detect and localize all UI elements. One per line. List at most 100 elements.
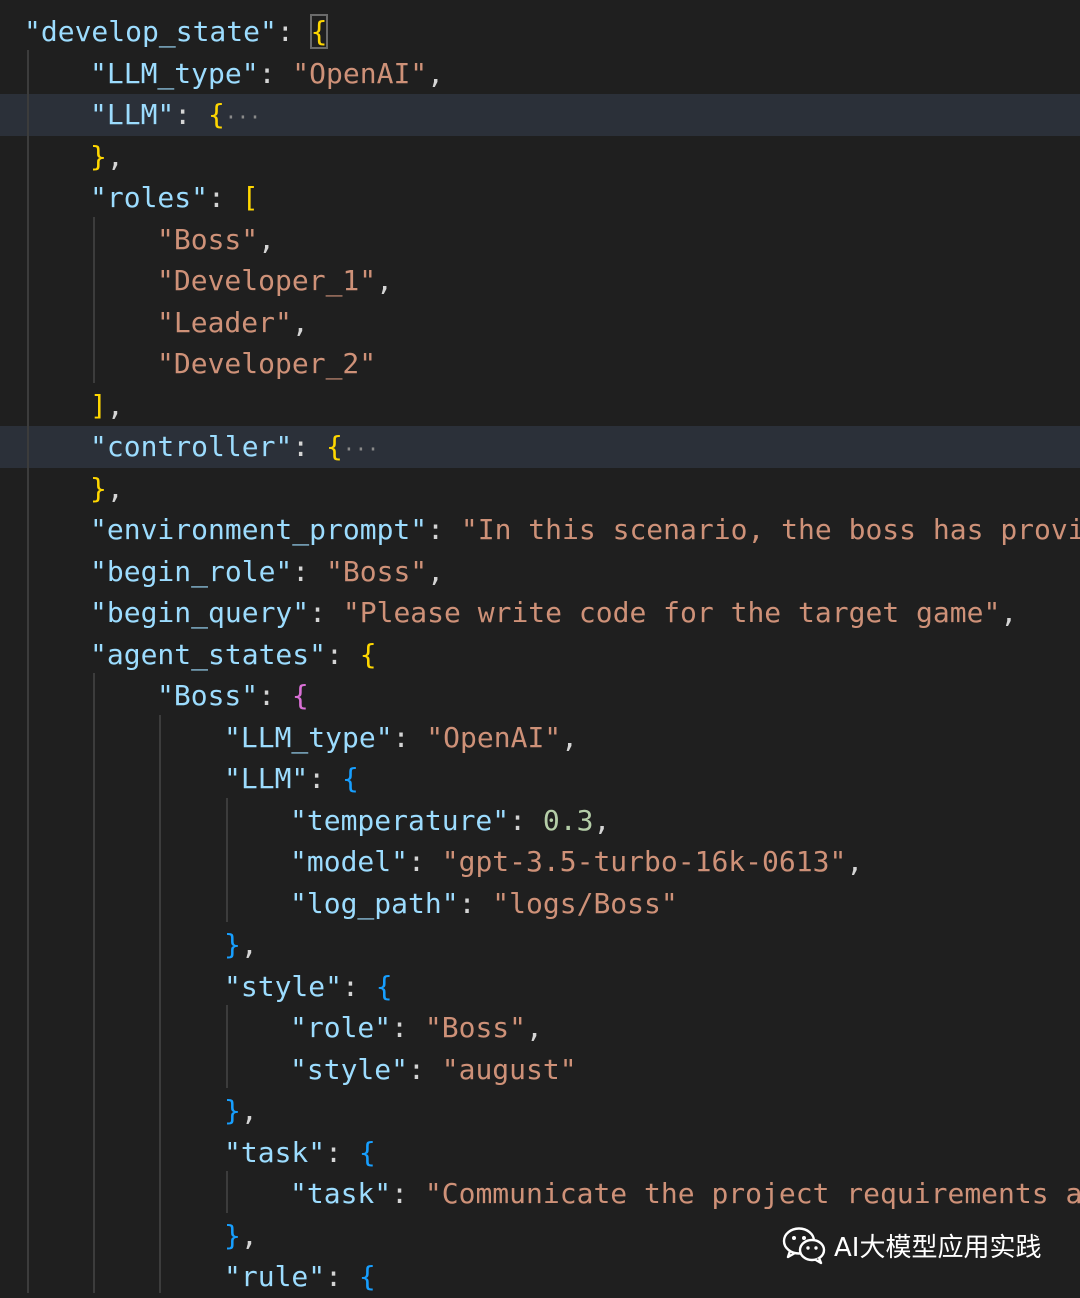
- punctuation: :: [258, 56, 293, 90]
- json-string: "Boss": [157, 222, 259, 256]
- code-line-folded[interactable]: "controller": {···: [0, 426, 1080, 468]
- indent-guide: [93, 217, 95, 383]
- json-string: "gpt-3.5-turbo-16k-0613": [441, 845, 847, 878]
- code-line[interactable]: "develop_state": {: [0, 11, 1080, 53]
- code-line-folded[interactable]: "LLM": {···: [0, 94, 1080, 136]
- bracket: }: [224, 1218, 241, 1252]
- watermark-text: AI大模型应用实践: [834, 1232, 1042, 1263]
- bracket: }: [90, 471, 107, 505]
- code-line[interactable]: "begin_query": "Please write code for th…: [0, 592, 1080, 634]
- punctuation: ,: [240, 1094, 258, 1127]
- punctuation: ,: [240, 1218, 258, 1252]
- punctuation: :: [308, 762, 343, 795]
- code-line[interactable]: },: [0, 1090, 1080, 1132]
- json-key: "temperature": [290, 803, 510, 837]
- code-line[interactable]: "log_path": "logs/Boss": [0, 883, 1080, 925]
- indent-guide: [226, 798, 228, 922]
- bracket: {: [208, 98, 225, 131]
- code-line[interactable]: "LLM": {: [0, 758, 1080, 800]
- punctuation: ,: [376, 264, 394, 297]
- punctuation: ,: [526, 1011, 543, 1044]
- json-key: "log_path": [290, 886, 459, 920]
- bracket: {: [326, 430, 343, 463]
- json-key: "controller": [90, 430, 293, 463]
- code-line[interactable]: "style": {: [0, 966, 1080, 1008]
- code-line[interactable]: "task": {: [0, 1132, 1080, 1174]
- punctuation: :: [342, 969, 376, 1003]
- json-string: "OpenAI": [426, 720, 562, 754]
- code-line[interactable]: "environment_prompt": "In this scenario,…: [0, 509, 1080, 551]
- json-string: "logs/Boss": [492, 886, 678, 920]
- code-line[interactable]: "temperature": 0.3,: [0, 800, 1080, 842]
- code-line[interactable]: },: [0, 924, 1080, 966]
- json-key: "task": [290, 1177, 392, 1210]
- code-line[interactable]: "Leader",: [0, 302, 1080, 344]
- code-line[interactable]: "LLM_type": "OpenAI",: [0, 717, 1080, 759]
- json-key: "model": [290, 845, 409, 878]
- punctuation: ,: [106, 471, 124, 505]
- json-key: "rule": [224, 1260, 326, 1293]
- punctuation: ,: [561, 720, 579, 754]
- bracket: {: [358, 1135, 376, 1169]
- code-editor[interactable]: "rule": {}, "task": "Communicate the proj…: [0, 0, 1080, 1293]
- punctuation: ,: [846, 845, 864, 878]
- indent-guide: [159, 715, 161, 1293]
- json-key: "begin_role": [90, 554, 293, 588]
- punctuation: :: [427, 513, 461, 546]
- code-line[interactable]: "Developer_1",: [0, 260, 1080, 302]
- punctuation: ,: [1000, 596, 1018, 629]
- code-line[interactable]: "roles": [: [0, 177, 1080, 219]
- punctuation: :: [408, 1052, 442, 1086]
- code-line[interactable]: },: [0, 136, 1080, 178]
- code-line[interactable]: ],: [0, 385, 1080, 427]
- bracket: {: [291, 679, 309, 712]
- json-number: 0.3: [542, 803, 594, 837]
- code-line[interactable]: "Boss",: [0, 219, 1080, 261]
- punctuation: ,: [427, 554, 445, 588]
- code-line[interactable]: "style": "august": [0, 1049, 1080, 1091]
- code-line[interactable]: "LLM_type": "OpenAI",: [0, 53, 1080, 95]
- indent-guide: [27, 50, 29, 1293]
- punctuation: :: [392, 720, 427, 754]
- indent-guide: [93, 673, 95, 1293]
- punctuation: :: [391, 1177, 425, 1210]
- fold-ellipsis-icon[interactable]: ···: [343, 437, 379, 461]
- punctuation: :: [292, 430, 327, 463]
- punctuation: :: [458, 886, 493, 920]
- json-string: "Developer_2": [157, 347, 377, 380]
- code-line[interactable]: "agent_states": {: [0, 634, 1080, 676]
- punctuation: :: [174, 98, 209, 131]
- code-line[interactable]: "Boss": {: [0, 675, 1080, 717]
- bracket: {: [342, 762, 359, 795]
- punctuation: ,: [106, 139, 124, 173]
- indent-guide: [226, 1005, 228, 1088]
- json-string: "Developer_1": [157, 264, 377, 297]
- code-line[interactable]: "model": "gpt-3.5-turbo-16k-0613",: [0, 841, 1080, 883]
- json-key: "Boss": [157, 679, 259, 712]
- code-line[interactable]: "Developer_2": [0, 343, 1080, 385]
- punctuation: :: [276, 15, 311, 48]
- punctuation: :: [208, 181, 242, 214]
- punctuation: ,: [106, 388, 124, 422]
- json-string: "OpenAI": [292, 56, 428, 90]
- punctuation: ,: [291, 305, 309, 339]
- bracket: {: [359, 637, 377, 671]
- code-line[interactable]: "begin_role": "Boss",: [0, 551, 1080, 593]
- punctuation: ,: [593, 803, 611, 837]
- bracket: }: [90, 139, 107, 173]
- code-line[interactable]: "role": "Boss",: [0, 1007, 1080, 1049]
- code-line[interactable]: "task": "Communicate the project require…: [0, 1173, 1080, 1215]
- bracket: ]: [90, 388, 107, 422]
- json-key: "style": [224, 969, 343, 1003]
- bracket: {: [375, 969, 393, 1003]
- code-line[interactable]: },: [0, 468, 1080, 510]
- json-key: "LLM": [224, 762, 309, 795]
- json-string: "In this scenario, the boss has provid: [460, 513, 1080, 546]
- json-key: "LLM_type": [224, 720, 393, 754]
- json-string: "Leader": [157, 305, 292, 339]
- fold-ellipsis-icon[interactable]: ···: [225, 105, 261, 129]
- punctuation: :: [309, 596, 343, 629]
- json-key: "develop_state": [24, 15, 277, 48]
- bracket: }: [224, 928, 241, 961]
- punctuation: ,: [240, 928, 258, 961]
